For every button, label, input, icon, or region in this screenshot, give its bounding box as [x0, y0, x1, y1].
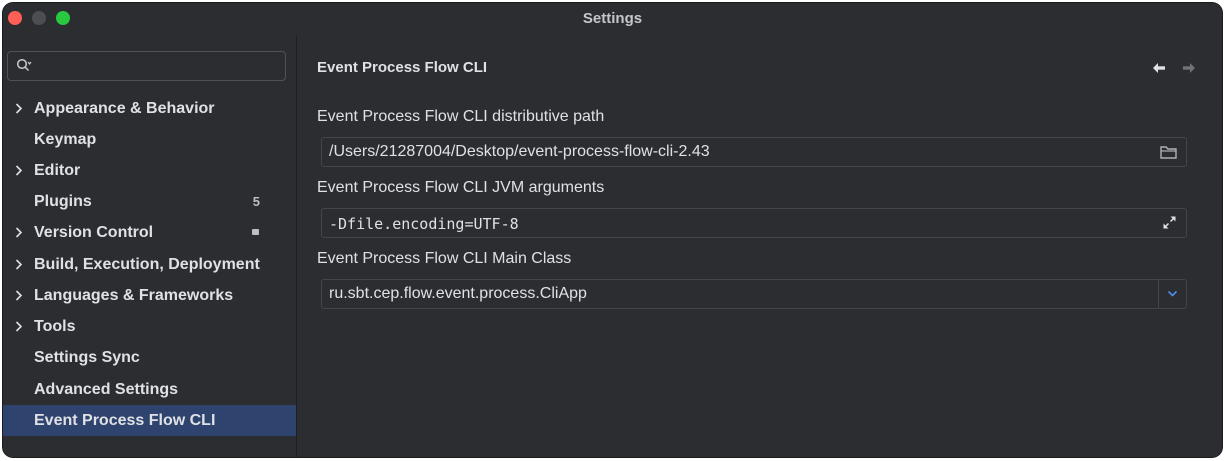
- main-class-select[interactable]: ru.sbt.cep.flow.event.process.CliApp: [321, 279, 1187, 309]
- chevron-down-icon: [1167, 290, 1178, 297]
- sidebar-item-version-control[interactable]: Version Control: [3, 217, 296, 248]
- sidebar-item-label: Event Process Flow CLI: [34, 412, 216, 429]
- expand-icon[interactable]: [1162, 215, 1177, 230]
- sidebar-item-editor[interactable]: Editor: [3, 155, 296, 186]
- search-input[interactable]: [7, 51, 286, 81]
- sidebar-item-appearance-behavior[interactable]: Appearance & Behavior: [3, 93, 296, 124]
- sidebar-item-settings-sync[interactable]: Settings Sync: [3, 342, 296, 373]
- distributive-path-label: Event Process Flow CLI distributive path: [317, 108, 605, 125]
- sidebar-item-label: Languages & Frameworks: [34, 287, 234, 304]
- chevron-right-icon: [15, 165, 23, 176]
- sidebar-item-label: Keymap: [34, 131, 97, 148]
- forward-arrow-icon[interactable]: [1182, 62, 1196, 74]
- back-arrow-icon[interactable]: [1152, 62, 1166, 74]
- jvm-arguments-field[interactable]: -Dfile.encoding=UTF-8: [321, 208, 1187, 238]
- settings-window: Settings Appearance & Behavior Keymap Ed…: [3, 3, 1222, 457]
- sidebar-item-event-process-flow-cli[interactable]: Event Process Flow CLI: [3, 405, 296, 436]
- folder-icon[interactable]: [1160, 145, 1178, 159]
- main-class-dropdown-button[interactable]: [1158, 280, 1186, 308]
- sidebar-item-languages-frameworks[interactable]: Languages & Frameworks: [3, 280, 296, 311]
- title-bar: Settings: [3, 3, 1222, 36]
- sidebar-item-label: Version Control: [34, 224, 154, 241]
- settings-content: Event Process Flow CLI Event Process Flo…: [297, 36, 1222, 457]
- chevron-right-icon: [15, 259, 23, 270]
- window-title: Settings: [582, 10, 643, 27]
- sidebar-item-label: Plugins: [34, 193, 92, 210]
- distributive-path-field[interactable]: /Users/21287004/Desktop/event-process-fl…: [321, 137, 1187, 167]
- sidebar-item-label: Editor: [34, 162, 81, 179]
- chevron-right-icon: [15, 321, 23, 332]
- settings-sidebar: Appearance & Behavior Keymap Editor Plug…: [3, 36, 297, 457]
- sidebar-item-build-execution-deployment[interactable]: Build, Execution, Deployment: [3, 249, 296, 280]
- plugins-count-badge: 5: [252, 194, 260, 209]
- chevron-right-icon: [15, 103, 23, 114]
- distributive-path-value: /Users/21287004/Desktop/event-process-fl…: [329, 143, 710, 160]
- sidebar-item-advanced-settings[interactable]: Advanced Settings: [3, 374, 296, 405]
- search-icon: [16, 58, 32, 72]
- chevron-right-icon: [15, 227, 23, 238]
- sidebar-item-label: Advanced Settings: [34, 381, 179, 398]
- sidebar-item-label: Tools: [34, 318, 76, 335]
- chevron-right-icon: [15, 290, 23, 301]
- jvm-arguments-label: Event Process Flow CLI JVM arguments: [317, 179, 605, 196]
- project-level-icon: [252, 229, 259, 235]
- jvm-arguments-value: -Dfile.encoding=UTF-8: [329, 215, 519, 233]
- sidebar-item-label: Settings Sync: [34, 349, 140, 366]
- sidebar-item-keymap[interactable]: Keymap: [3, 124, 296, 155]
- main-class-label: Event Process Flow CLI Main Class: [317, 250, 572, 267]
- sidebar-item-plugins[interactable]: Plugins 5: [3, 186, 296, 217]
- sidebar-item-label: Build, Execution, Deployment: [34, 256, 260, 273]
- sidebar-item-tools[interactable]: Tools: [3, 311, 296, 342]
- page-title: Event Process Flow CLI: [317, 59, 488, 76]
- sidebar-item-label: Appearance & Behavior: [34, 100, 215, 117]
- main-class-value: ru.sbt.cep.flow.event.process.CliApp: [329, 285, 587, 302]
